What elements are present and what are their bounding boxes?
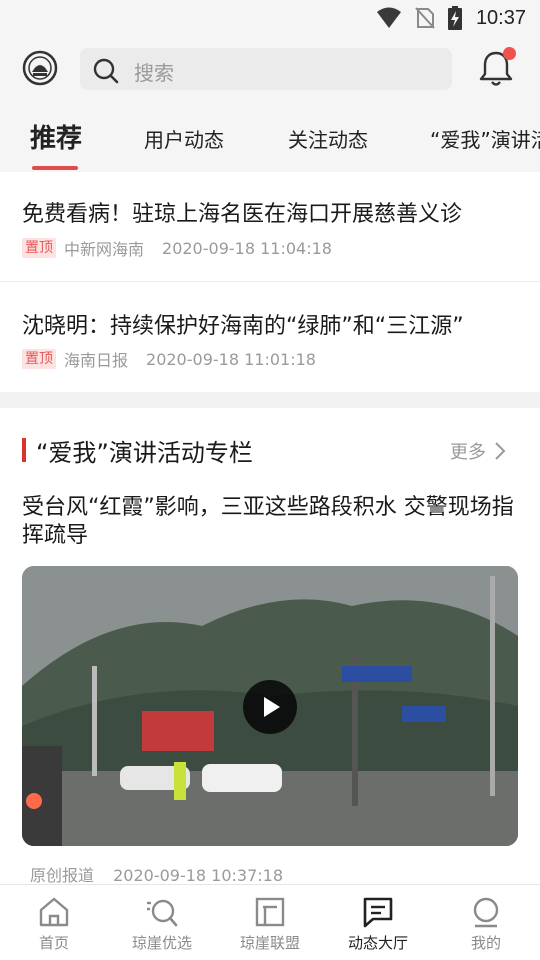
app-logo-icon[interactable] [22,50,58,86]
article-title[interactable]: 受台风“红霞”影响，三亚这些路段积水 交警现场指挥疏导 [22,494,518,550]
section-title: “爱我”演讲活动专栏 [36,439,253,467]
header: 搜索 [0,36,540,102]
clock: 10:37 [475,6,526,29]
more-link[interactable]: 更多 [450,438,506,464]
article-meta: 原创报道 2020-09-18 10:37:18 [30,862,297,886]
nav-item-discover[interactable]: 琼崖优选 [108,885,216,960]
tab-recommend[interactable]: 推荐 [30,118,82,155]
nav-label: 我的 [470,934,501,952]
news-title[interactable]: 免费看病！驻琼上海名医在海口开展慈善义诊 [22,196,462,228]
status-icons: 10:37 [376,6,526,30]
pinned-badge: 置顶 [22,349,56,369]
news-item[interactable]: 沈晓明：持续保护好海南的“绿肺”和“三江源” 置顶 海南日报 2020-09-1… [0,282,540,392]
tab-love-speech[interactable]: “爱我”演讲活 [430,124,540,153]
news-meta: 置顶 中新网海南 2020-09-18 11:04:18 [22,236,332,260]
wifi-icon [376,7,401,28]
article-time: 2020-09-18 10:37:18 [113,866,284,885]
more-label: 更多 [450,442,486,463]
nav-label: 琼崖优选 [131,934,192,952]
article-source: 原创报道 [30,866,95,885]
section-accent-bar [22,438,26,462]
nav-item-home[interactable]: 首页 [0,885,108,960]
nav-label: 琼崖联盟 [239,934,300,952]
news-time: 2020-09-18 11:01:18 [146,349,316,369]
nav-label: 首页 [38,934,69,952]
notification-dot [503,47,516,60]
play-button-icon[interactable] [243,680,297,734]
discover-icon [147,899,178,927]
search-input[interactable]: 搜索 [80,48,452,90]
no-sim-icon [415,7,435,29]
nav-item-alliance[interactable]: 琼崖联盟 [216,885,324,960]
news-item[interactable]: 免费看病！驻琼上海名医在海口开展慈善义诊 置顶 中新网海南 2020-09-18… [0,172,540,282]
news-source: 中新网海南 [64,240,145,259]
pinned-badge: 置顶 [22,238,56,258]
message-icon [363,897,393,928]
status-bar: 10:37 [0,0,540,36]
battery-charging-icon [447,6,462,30]
home-icon [39,897,69,927]
profile-icon [473,897,499,928]
tab-user-activity[interactable]: 用户动态 [144,124,224,153]
section-gap [0,392,540,408]
news-title[interactable]: 沈晓明：持续保护好海南的“绿肺”和“三江源” [22,308,464,340]
tab-bar: 推荐 用户动态 关注动态 “爱我”演讲活 [0,102,540,172]
tab-following[interactable]: 关注动态 [288,124,368,153]
video-thumbnail[interactable] [22,566,518,846]
alliance-icon [255,897,285,927]
nav-label: 动态大厅 [347,934,408,952]
search-placeholder: 搜索 [134,61,174,85]
chevron-right-icon [495,442,506,460]
news-time: 2020-09-18 11:04:18 [162,238,332,258]
bottom-nav: 首页 琼崖优选 琼崖联盟 动态大厅 我的 [0,884,540,960]
nav-item-profile[interactable]: 我的 [432,885,540,960]
news-meta: 置顶 海南日报 2020-09-18 11:01:18 [22,347,316,371]
search-icon [93,58,119,84]
active-tab-indicator [32,166,78,170]
nav-item-activity-hall[interactable]: 动态大厅 [324,885,432,960]
news-source: 海南日报 [64,351,129,370]
